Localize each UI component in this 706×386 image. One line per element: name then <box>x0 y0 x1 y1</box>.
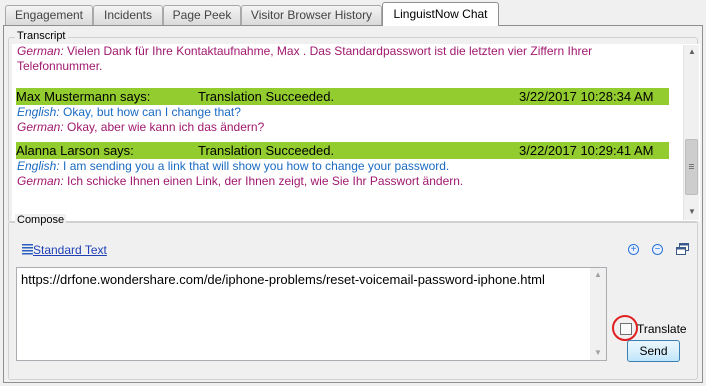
tab-incidents[interactable]: Incidents <box>93 5 163 25</box>
translation-status: Translation Succeeded. <box>198 89 335 104</box>
compose-group: Compose Standard Text + − https://drfone… <box>8 214 698 380</box>
german-line: German: Ich schicke Ihnen einen Link, de… <box>16 174 676 189</box>
tab-visitor-browser-history[interactable]: Visitor Browser History <box>241 5 382 25</box>
scrollbar-thumb[interactable] <box>685 139 698 195</box>
transcript-group-label: Transcript <box>15 30 68 42</box>
german-text: Ich schicke Ihnen einen Link, der Ihnen … <box>63 174 464 188</box>
message-header: Max Mustermann says: Translation Succeed… <box>16 88 669 105</box>
transcript-scrollbar[interactable]: ▲ ▼ <box>683 45 699 220</box>
english-text: I am sending you a link that will show y… <box>59 159 450 173</box>
german-label: German: <box>17 120 64 134</box>
sender-name: Max Mustermann says: <box>16 89 151 104</box>
tab-linguistnow-chat[interactable]: LinguistNow Chat <box>382 2 499 26</box>
english-label: English: <box>17 105 60 119</box>
translate-checkbox[interactable] <box>620 323 632 335</box>
popout-window-icon[interactable] <box>676 243 689 255</box>
message-input[interactable]: https://drfone.wondershare.com/de/iphone… <box>16 267 607 361</box>
message-input-text[interactable]: https://drfone.wondershare.com/de/iphone… <box>21 272 545 287</box>
german-label: German: <box>17 174 64 188</box>
english-text: Okay, but how can I change that? <box>59 105 241 119</box>
message-timestamp: 3/22/2017 10:29:41 AM <box>519 143 654 158</box>
compose-scrollbar[interactable]: ▲ ▼ <box>590 268 606 360</box>
message-timestamp: 3/22/2017 10:28:34 AM <box>519 89 654 104</box>
transcript-area[interactable]: German: Vielen Dank für Ihre Kontaktaufn… <box>12 44 700 221</box>
sender-name: Alanna Larson says: <box>16 143 134 158</box>
standard-text-link[interactable]: Standard Text <box>33 243 107 257</box>
german-text: Okay, aber wie kann ich das ändern? <box>63 120 265 134</box>
german-text: Vielen Dank für Ihre Kontaktaufnahme, Ma… <box>63 44 593 58</box>
compose-group-label: Compose <box>15 214 67 226</box>
zoom-out-icon[interactable]: − <box>652 244 663 255</box>
scroll-down-icon[interactable]: ▼ <box>687 207 697 216</box>
english-label: English: <box>17 159 60 173</box>
english-line: English: Okay, but how can I change that… <box>16 105 676 120</box>
message-header: Alanna Larson says: Translation Succeede… <box>16 142 669 159</box>
transcript-content: German: Vielen Dank für Ihre Kontaktaufn… <box>16 44 676 189</box>
german-line: German: Okay, aber wie kann ich das ände… <box>16 120 676 135</box>
german-text-continued: Telefonnummer. <box>17 59 103 73</box>
transcript-partial-line: German: Vielen Dank für Ihre Kontaktaufn… <box>16 44 676 59</box>
scroll-up-icon[interactable]: ▲ <box>687 47 697 56</box>
english-line: English: I am sending you a link that wi… <box>16 159 676 174</box>
scroll-up-icon[interactable]: ▲ <box>593 270 603 279</box>
tab-page-peek[interactable]: Page Peek <box>163 5 241 25</box>
tab-bar: Engagement Incidents Page Peek Visitor B… <box>0 0 706 26</box>
chat-panel: Transcript German: Vielen Dank für Ihre … <box>3 25 703 383</box>
scroll-down-icon[interactable]: ▼ <box>593 348 603 357</box>
zoom-in-icon[interactable]: + <box>628 244 639 255</box>
translate-label: Translate <box>637 322 687 336</box>
tab-engagement[interactable]: Engagement <box>5 5 93 25</box>
transcript-group: Transcript German: Vielen Dank für Ihre … <box>8 30 700 223</box>
translation-status: Translation Succeeded. <box>198 143 335 158</box>
send-button[interactable]: Send <box>627 340 680 362</box>
german-label: German: <box>17 44 64 58</box>
